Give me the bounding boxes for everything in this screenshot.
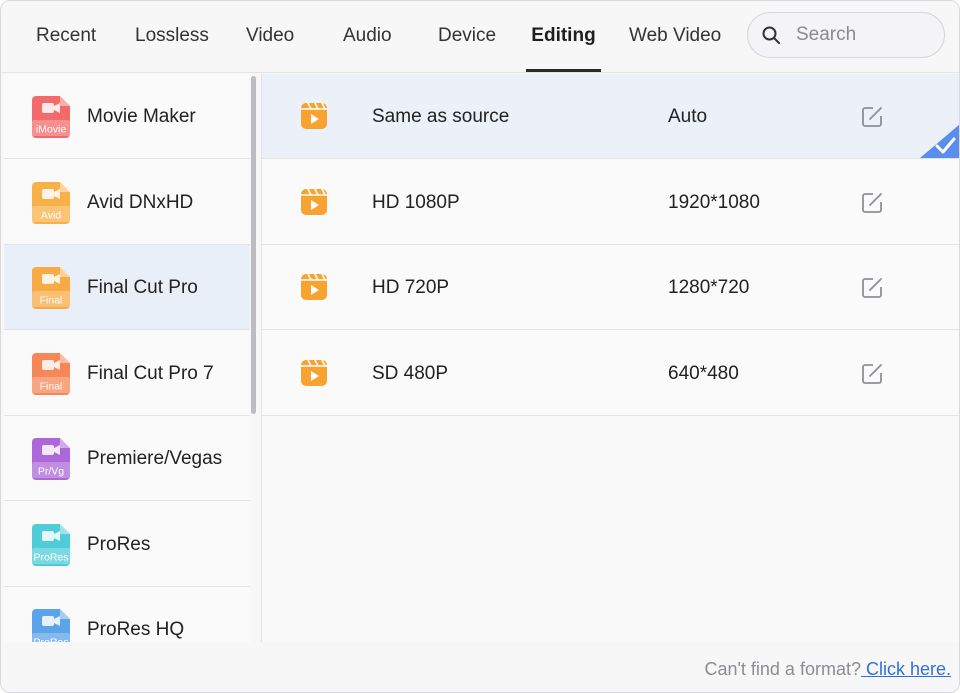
selected-check-icon [920,124,959,158]
format-resolution: Auto [668,106,708,127]
tab-recent[interactable]: Recent [36,1,96,72]
format-row[interactable]: HD 1080P 1920*1080 [262,159,959,245]
sidebar-item[interactable]: Avid Avid DNxHD [4,160,250,245]
sidebar-item[interactable]: Pr/Vg Premiere/Vegas [4,416,250,501]
tab-audio[interactable]: Audio [343,1,392,72]
category-tab-bar: Recent Lossless Video Audio Device Editi… [1,1,959,73]
footer-help: Can't find a format? Click here. [1,649,951,689]
tab-editing[interactable]: Editing [526,1,601,72]
format-resolution: 1920*1080 [668,191,760,213]
video-format-icon [301,188,327,215]
format-row[interactable]: SD 480P 640*480 [262,330,959,416]
sidebar-item-label: ProRes HQ [87,619,185,640]
format-picker-window: Recent Lossless Video Audio Device Editi… [0,0,960,693]
sidebar-item-label: Final Cut Pro 7 [87,362,214,384]
format-badge-text: iMovie [36,124,67,136]
format-name: Same as source [372,106,510,127]
sidebar-item-label: Movie Maker [87,106,196,127]
format-name: HD 1080P [372,191,460,213]
edit-icon[interactable] [860,191,884,215]
format-row[interactable]: Same as source Auto [262,74,959,159]
format-badge-text: Avid [41,209,61,221]
format-badge-icon: iMovie [32,96,70,138]
edit-icon[interactable] [860,105,884,129]
format-badge-text: Final [40,295,63,307]
format-badge-text: Final [40,380,63,392]
tab-lossless[interactable]: Lossless [135,1,209,72]
sidebar-scrollbar-thumb[interactable] [251,76,256,414]
sidebar-item[interactable]: iMovie Movie Maker [4,74,250,159]
format-badge-icon: ProRes [32,523,70,566]
format-badge-icon: Final [32,267,70,309]
sidebar-item[interactable]: Final Final Cut Pro [4,245,250,330]
format-badge-icon: Avid [32,181,70,224]
footer-question: Can't find a format? [704,659,861,679]
format-badge-icon: ProRes [32,609,70,643]
edit-icon[interactable] [860,362,884,386]
format-badge-text: ProRes [33,637,68,643]
search-input[interactable] [796,21,936,49]
sidebar-item[interactable]: ProRes ProRes [4,502,250,587]
search-icon [762,26,780,44]
format-resolution: 1280*720 [668,277,750,298]
format-badge-text: Pr/Vg [38,466,64,478]
editing-category-list: iMovie Movie Maker Avid Avid DNxHD Final Fina… [4,74,250,642]
sidebar-item-label: Final Cut Pro [87,277,198,298]
format-badge-icon: Final [32,352,70,395]
format-badge-icon: Pr/Vg [32,438,70,480]
format-row[interactable]: HD 720P 1280*720 [262,245,959,330]
video-format-icon [301,359,327,386]
sidebar-item-label: ProRes [87,533,151,555]
search-box[interactable] [747,12,945,58]
sidebar-item-label: Avid DNxHD [87,191,194,213]
sidebar-item-label: Premiere/Vegas [87,448,223,469]
tab-web-video[interactable]: Web Video [629,1,721,72]
video-format-icon [301,273,327,300]
format-list: Same as source Auto HD 1080P 1920*1080 HD 72… [261,74,959,642]
format-resolution: 640*480 [668,362,739,384]
tab-video[interactable]: Video [246,1,294,72]
format-name: SD 480P [372,362,449,384]
format-badge-text: ProRes [33,551,68,563]
sidebar-item[interactable]: ProRes ProRes HQ [4,587,250,642]
video-format-icon [301,102,327,129]
click-here-link[interactable]: Click here. [861,659,951,679]
sidebar-item[interactable]: Final Final Cut Pro 7 [4,331,250,416]
format-name: HD 720P [372,277,450,298]
tab-device[interactable]: Device [438,1,496,72]
edit-icon[interactable] [860,276,884,300]
